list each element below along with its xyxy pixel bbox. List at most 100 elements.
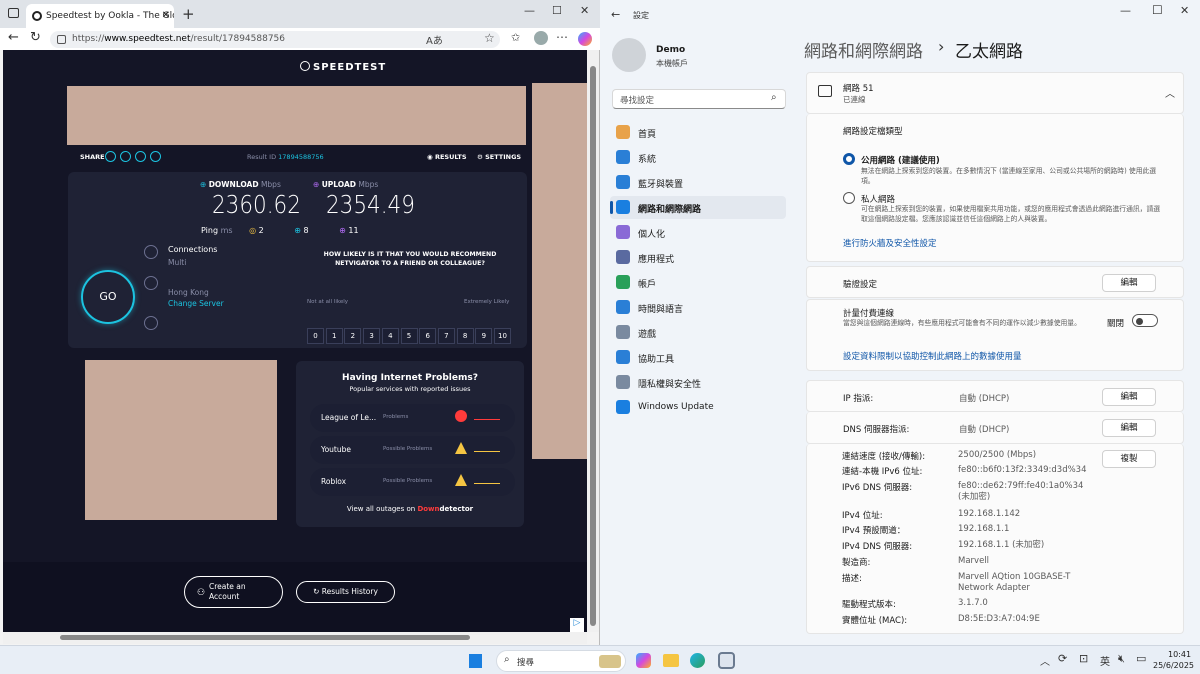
settings-back-icon[interactable]: ← [611,8,620,21]
firewall-link[interactable]: 進行防火牆及安全性設定 [843,237,937,249]
results-button[interactable]: ◉ RESULTS [427,153,467,161]
tray-sync-icon[interactable]: ⟳ [1058,652,1067,665]
back-icon[interactable]: ← [8,30,19,45]
favorite-star-icon[interactable]: ☆ [484,31,495,45]
change-server-link[interactable]: Change Server [168,299,224,308]
results-history-label: Results History [321,587,378,596]
public-network-radio[interactable] [843,153,855,165]
share-facebook-icon[interactable] [135,151,146,162]
nav-item[interactable]: 系統 [638,152,656,165]
nav-item[interactable]: 協助工具 [638,352,674,365]
go-button[interactable]: GO [81,270,135,324]
problem-row[interactable]: League of Le... Problems [310,404,515,432]
share-link-icon[interactable] [105,151,116,162]
share-more-icon[interactable] [150,151,161,162]
nav-item[interactable]: 應用程式 [638,252,674,265]
collections-icon[interactable]: ✩ [511,31,520,44]
settings-maximize-icon[interactable]: ☐ [1152,3,1163,17]
ping-unit: ms [220,226,233,235]
close-window-icon[interactable]: ✕ [580,4,589,17]
nav-item[interactable]: 遊戲 [638,327,656,340]
edge-icon[interactable] [690,653,705,668]
settings-search-input[interactable]: 尋找設定 ⌕ [612,89,786,109]
vertical-scroll-thumb[interactable] [590,66,596,626]
problem-row[interactable]: Roblox Possible Problems [310,468,515,496]
horizontal-scroll-thumb[interactable] [60,635,470,640]
tab-actions-icon[interactable] [8,8,19,18]
nav-item[interactable]: 首頁 [638,127,656,140]
results-history-button[interactable]: ↻ Results History [296,581,395,603]
tray-network-icon[interactable]: ⊡ [1079,652,1088,665]
tray-battery-icon[interactable]: ▭ [1136,652,1146,665]
problem-row[interactable]: Youtube Possible Problems [310,436,515,464]
sparkline [474,478,500,484]
nps-score-button[interactable]: 6 [419,328,437,344]
ime-indicator[interactable]: 英 [1100,653,1110,668]
chevron-up-icon[interactable]: ︿ [1165,85,1175,100]
network-status: 已連線 [843,95,866,104]
nav-item[interactable]: 個人化 [638,227,665,240]
nav-item[interactable]: 帳戶 [638,277,656,290]
share-twitter-icon[interactable] [120,151,131,162]
nps-score-button[interactable]: 3 [363,328,381,344]
speedtest-logo[interactable]: SPEEDTEST [300,61,386,73]
nps-score-button[interactable]: 5 [400,328,418,344]
nps-score-button[interactable]: 0 [307,328,324,344]
nps-score-button[interactable]: 7 [437,328,455,344]
copilot-taskbar-icon[interactable] [636,653,651,668]
result-id-value[interactable]: 17894588756 [278,153,324,161]
profile-avatar-icon[interactable] [534,31,548,45]
start-windows-icon[interactable] [468,654,482,668]
new-tab-icon[interactable]: + [182,5,195,23]
settings-close-icon[interactable]: ✕ [1180,4,1189,17]
refresh-icon[interactable]: ↻ [30,30,41,45]
nps-score-button[interactable]: 1 [325,328,343,344]
nps-score-button[interactable]: 8 [456,328,474,344]
nps-score-button[interactable]: 4 [381,328,399,344]
network-header-card[interactable]: 網路 51 已連線 ︿ [806,72,1184,114]
private-network-radio[interactable] [843,192,855,204]
ip-edit-button[interactable]: 編輯 [1102,388,1156,406]
settings-button[interactable]: ⚙ SETTINGS [477,153,521,161]
browser-tab[interactable]: Speedtest by Ookla - The Global ✕ [26,4,174,28]
tray-volume-icon[interactable]: 🔇︎ [1118,652,1125,666]
minimize-icon[interactable]: — [524,4,535,17]
settings-taskbar-icon[interactable] [718,652,735,669]
taskbar-search-input[interactable]: ⌕ 搜尋 [496,650,626,672]
public-network-desc: 無法在網路上探索到您的裝置。在多數情況下 (當連線至家用、公司或公共場所的網路時… [861,167,1157,185]
file-explorer-icon[interactable] [663,654,679,667]
dns-edit-button[interactable]: 編輯 [1102,419,1156,437]
nav-item[interactable]: 網路和網際網路 [638,202,701,215]
nps-score-button[interactable]: 2 [344,328,362,344]
site-info-icon[interactable] [57,35,66,44]
copy-button[interactable]: 複製 [1102,450,1156,468]
ad-banner-right[interactable] [532,83,587,459]
network-name: 網路 51 [843,84,874,94]
maximize-icon[interactable]: ☐ [552,4,562,17]
ad-banner-top[interactable] [67,86,526,145]
tray-chevron-icon[interactable]: ︿ [1040,653,1050,668]
nav-item[interactable]: Windows Update [638,402,714,412]
nps-score-button[interactable]: 9 [475,328,493,344]
add-user-icon: ⚇ [197,588,206,598]
avatar[interactable] [612,38,646,72]
more-menu-icon[interactable]: ⋯ [556,30,568,44]
clock-date[interactable]: 25/6/2025 [1153,661,1194,670]
read-aloud-icon[interactable]: Aあ [426,32,443,47]
nps-score-button[interactable]: 10 [494,328,511,344]
ad-choices-icon[interactable]: ▷ [570,618,584,632]
metered-toggle[interactable] [1132,314,1158,327]
ad-box-left[interactable] [85,360,277,520]
copilot-icon[interactable] [578,32,592,46]
auth-edit-button[interactable]: 編輯 [1102,274,1156,292]
nav-item[interactable]: 隱私權與安全性 [638,377,701,390]
settings-minimize-icon[interactable]: — [1120,4,1131,17]
clock-time[interactable]: 10:41 [1168,650,1191,659]
close-tab-icon[interactable]: ✕ [162,4,170,28]
nav-item[interactable]: 藍牙與裝置 [638,177,683,190]
nav-item[interactable]: 時間與語言 [638,302,683,315]
data-limit-link[interactable]: 設定資料限制以協助控制此網路上的數據使用量 [843,350,1022,362]
outages-line[interactable]: View all outages on Downdetector [296,505,524,513]
breadcrumb-parent[interactable]: 網路和網際網路 [804,37,923,62]
create-account-button[interactable]: ⚇ Create an Account [184,576,283,608]
